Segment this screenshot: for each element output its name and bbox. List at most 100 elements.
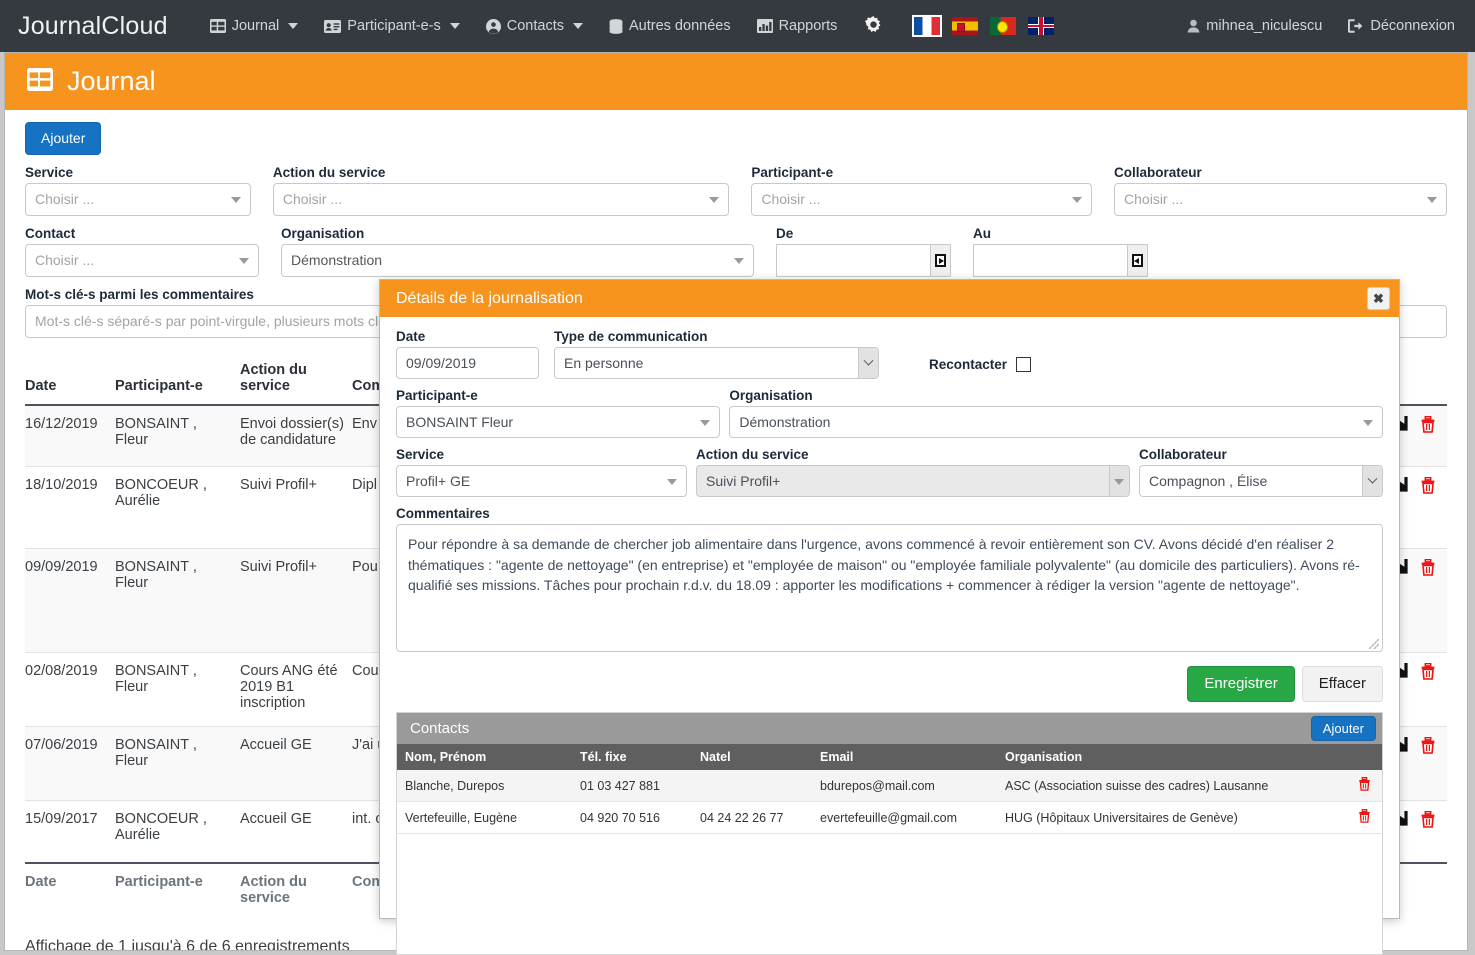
col-header-action[interactable]: Action du service: [240, 351, 352, 406]
modal-organisation-select[interactable]: Démonstration: [729, 406, 1383, 438]
trash-icon[interactable]: [1417, 800, 1447, 864]
app-brand[interactable]: JournalCloud: [18, 12, 168, 41]
filter-collaborateur-select[interactable]: Choisir ...: [1114, 182, 1447, 216]
modal-service-label: Service: [396, 447, 445, 462]
filter-organisation-select[interactable]: Démonstration: [281, 243, 754, 277]
contacts-row[interactable]: Vertefeuille, Eugène 04 920 70 516 04 24…: [397, 801, 1382, 834]
filter-service: Service Choisir ...: [25, 155, 251, 216]
filter-au-input[interactable]: [973, 243, 1127, 277]
modal-organisation-group: Organisation Démonstration: [729, 388, 1383, 438]
chevron-down-icon: [667, 479, 677, 485]
modal-collaborateur-label: Collaborateur: [1139, 447, 1227, 462]
contacts-col-email: Email: [812, 744, 997, 770]
filter-action: Action du service Choisir ...: [272, 155, 730, 216]
trash-icon[interactable]: [1417, 404, 1447, 468]
trash-icon[interactable]: [1417, 466, 1447, 550]
flag-es-icon[interactable]: [952, 17, 979, 35]
user-icon: [1187, 19, 1200, 33]
modal-service-select[interactable]: Profil+ GE: [396, 465, 687, 497]
nav-item-participants[interactable]: Participant-e-s: [324, 18, 460, 34]
filter-au-datefield[interactable]: [973, 243, 1148, 277]
col-header-participant[interactable]: Participant-e: [115, 351, 240, 406]
contacts-panel-header: Contacts Ajouter: [397, 713, 1382, 744]
logout-button[interactable]: Déconnexion: [1348, 18, 1455, 34]
filter-organisation-label: Organisation: [281, 225, 365, 241]
contacts-row[interactable]: Blanche, Durepos 01 03 427 881 bdurepos@…: [397, 770, 1382, 802]
foot-header-participant: Participant-e: [115, 861, 240, 916]
nav-label: Contacts: [506, 18, 564, 34]
language-flags: [912, 15, 1055, 37]
filter-service-select[interactable]: Choisir ...: [25, 182, 251, 216]
modal-action-select[interactable]: Suivi Profil+: [696, 465, 1130, 497]
cell-participant: BONSAINT , Fleur: [115, 652, 240, 728]
trash-icon[interactable]: [1417, 548, 1447, 654]
comments-textarea[interactable]: Pour répondre à sa demande de chercher j…: [396, 524, 1383, 652]
filter-de-datefield[interactable]: [776, 243, 951, 277]
filter-de-label: De: [776, 225, 794, 241]
contact-natel: [692, 770, 812, 802]
add-button[interactable]: Ajouter: [25, 122, 102, 155]
cell-date: 15/09/2017: [25, 800, 115, 864]
flag-fr-icon[interactable]: [912, 15, 943, 37]
cell-participant: BONSAINT , Fleur: [115, 548, 240, 654]
modal-date-input[interactable]: 09/09/2019: [396, 347, 539, 379]
sign-out-icon: [1348, 19, 1364, 33]
modal-service-value: Profil+ GE: [406, 473, 471, 489]
filter-row-1: Service Choisir ... Action du service Ch…: [25, 155, 1447, 216]
cell-action: Envoi dossier(s) de candidature: [240, 404, 352, 468]
nav-item-journal[interactable]: Journal: [209, 18, 299, 34]
filter-de-input[interactable]: [776, 243, 930, 277]
modal-body: Date 09/09/2019 Type de communication En…: [380, 317, 1399, 955]
current-user[interactable]: mihnea_niculescu: [1187, 18, 1322, 34]
filter-au-label: Au: [973, 225, 991, 241]
nav-label: Participant-e-s: [347, 18, 441, 34]
modal-collaborateur-select[interactable]: Compagnon , Élise: [1139, 465, 1383, 497]
page-title: Journal: [67, 66, 156, 96]
modal-participant-value: BONSAINT Fleur: [406, 414, 514, 430]
flag-gb-icon[interactable]: [1028, 17, 1055, 35]
chevron-down-icon: [573, 23, 583, 29]
modal-comm-type-select[interactable]: En personne: [554, 347, 879, 379]
modal-action-value: Suivi Profil+: [706, 473, 781, 489]
filter-participant-value: Choisir ...: [761, 191, 821, 208]
trash-icon[interactable]: [1346, 770, 1382, 802]
save-button[interactable]: Enregistrer: [1187, 666, 1295, 702]
contact-tel: 01 03 427 881: [572, 770, 692, 802]
chevron-down-icon: [709, 197, 720, 204]
trash-icon[interactable]: [1417, 726, 1447, 802]
contact-organisation: ASC (Association suisse des cadres) Laus…: [997, 770, 1346, 802]
chevron-down-icon: [1363, 420, 1373, 426]
calendar-next-icon[interactable]: [930, 243, 951, 277]
modal-collaborateur-group: Collaborateur Compagnon , Élise: [1139, 447, 1383, 497]
gear-icon[interactable]: [863, 15, 884, 37]
trash-icon[interactable]: [1417, 652, 1447, 728]
modal-participant-label: Participant-e: [396, 388, 478, 403]
filter-organisation-value: Démonstration: [291, 252, 383, 269]
contacts-panel-filler: [397, 834, 1382, 954]
calendar-prev-icon[interactable]: [1127, 243, 1148, 277]
modal-comments-label: Commentaires: [396, 506, 490, 521]
resize-grip-icon[interactable]: [1369, 639, 1379, 649]
chevron-down-icon: [734, 258, 744, 265]
chevron-down-icon: [288, 23, 299, 29]
filter-participant-select[interactable]: Choisir ...: [751, 182, 1093, 216]
chevron-down-icon: [1072, 197, 1083, 204]
chart-bar-icon: [756, 19, 773, 33]
filter-contact-select[interactable]: Choisir ...: [25, 243, 259, 277]
modal-date-group: Date 09/09/2019: [396, 329, 539, 379]
filter-action-select[interactable]: Choisir ...: [272, 182, 730, 216]
nav-item-rapports[interactable]: Rapports: [756, 18, 837, 34]
recontacter-checkbox[interactable]: [1016, 357, 1032, 372]
modal-participant-select[interactable]: BONSAINT Fleur: [396, 406, 721, 438]
cell-participant: BONSAINT , Fleur: [115, 726, 240, 802]
nav-item-autres-donnees[interactable]: Autres données: [609, 18, 731, 34]
trash-icon[interactable]: [1346, 801, 1382, 834]
add-contact-button[interactable]: Ajouter: [1310, 715, 1376, 742]
nav-item-contacts[interactable]: Contacts: [485, 18, 583, 34]
chevron-down-icon: [858, 348, 878, 378]
clear-button[interactable]: Effacer: [1301, 666, 1383, 702]
flag-pt-icon[interactable]: [990, 17, 1017, 35]
contact-nom: Vertefeuille, Eugène: [397, 801, 572, 834]
close-icon[interactable]: ✖: [1367, 287, 1390, 310]
col-header-date[interactable]: Date: [25, 351, 115, 406]
